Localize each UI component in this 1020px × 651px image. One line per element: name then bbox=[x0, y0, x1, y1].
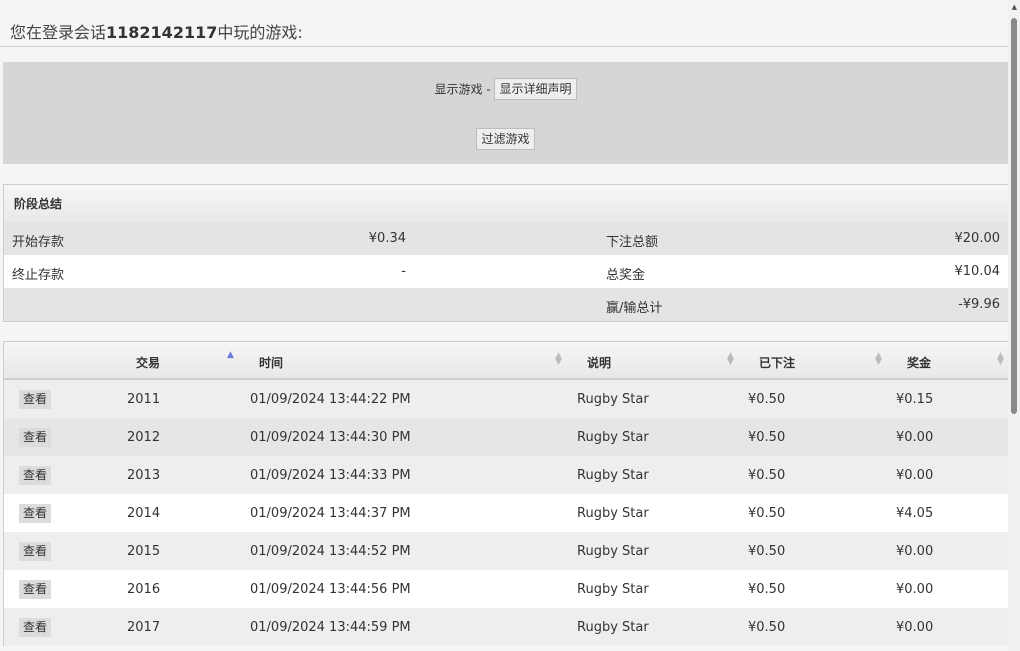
bet-amount: ¥0.50 bbox=[748, 468, 786, 483]
win-amount: ¥0.00 bbox=[896, 620, 934, 635]
view-button[interactable]: 查看 bbox=[19, 428, 52, 447]
transactions-table: 交易 ▲ 时间 ▲ ▼ 说明 ▲ ▼ 已下注 ▲ ▼ 奖金 ▲ ▼ 查看 2011 01/0… bbox=[3, 341, 1009, 646]
transaction-description: Rugby Star bbox=[577, 392, 649, 407]
bet-amount: ¥0.50 bbox=[748, 544, 786, 559]
table-header: 交易 ▲ 时间 ▲ ▼ 说明 ▲ ▼ 已下注 ▲ ▼ 奖金 ▲ ▼ bbox=[4, 342, 1009, 380]
summary-label: 总奖金 bbox=[606, 268, 646, 283]
transaction-id: 2015 bbox=[127, 544, 161, 559]
table-row: 查看 2012 01/09/2024 13:44:30 PM Rugby Star ¥0… bbox=[4, 418, 1009, 456]
transaction-time: 01/09/2024 13:44:59 PM bbox=[250, 620, 411, 635]
show-details-button[interactable]: 显示详细声明 bbox=[494, 78, 577, 100]
bet-amount: ¥0.50 bbox=[748, 620, 786, 635]
summary-label: 赢/输总计 bbox=[606, 301, 663, 316]
transaction-description: Rugby Star bbox=[577, 544, 649, 559]
filter-row: 过滤游戏 bbox=[3, 128, 1008, 150]
scroll-up-icon[interactable]: ▲ bbox=[1012, 3, 1017, 11]
transaction-time: 01/09/2024 13:44:33 PM bbox=[250, 468, 411, 483]
page-title: 您在登录会话1182142117中玩的游戏: bbox=[10, 19, 303, 43]
transaction-description: Rugby Star bbox=[577, 620, 649, 635]
summary-label: 终止存款 bbox=[12, 268, 65, 283]
period-summary: 阶段总结 开始存款 ¥0.34 下注总额 ¥20.00 终止存款 - 总奖金 ¥… bbox=[3, 184, 1009, 322]
transaction-id: 2014 bbox=[127, 506, 161, 521]
column-header-time[interactable]: 时间 bbox=[259, 354, 283, 371]
table-row: 查看 2016 01/09/2024 13:44:56 PM Rugby Star ¥0… bbox=[4, 570, 1009, 608]
vertical-scrollbar[interactable]: ▲ bbox=[1008, 0, 1020, 651]
show-games-row: 显示游戏 - 显示详细声明 bbox=[3, 78, 1008, 100]
view-button[interactable]: 查看 bbox=[19, 390, 52, 409]
table-row: 查看 2014 01/09/2024 13:44:37 PM Rugby Star ¥0… bbox=[4, 494, 1009, 532]
transaction-description: Rugby Star bbox=[577, 468, 649, 483]
win-amount: ¥0.00 bbox=[896, 468, 934, 483]
transaction-id: 2013 bbox=[127, 468, 161, 483]
table-row: 查看 2011 01/09/2024 13:44:22 PM Rugby Star ¥0… bbox=[4, 380, 1009, 418]
summary-label: 开始存款 bbox=[12, 235, 65, 250]
sort-icon[interactable]: ▲ ▼ bbox=[555, 352, 562, 367]
win-amount: ¥0.00 bbox=[896, 430, 934, 445]
bet-amount: ¥0.50 bbox=[748, 506, 786, 521]
table-row: 查看 2017 01/09/2024 13:44:59 PM Rugby Star ¥0… bbox=[4, 608, 1009, 646]
win-amount: ¥0.15 bbox=[896, 392, 934, 407]
filter-panel: 显示游戏 - 显示详细声明 过滤游戏 bbox=[3, 62, 1008, 164]
bet-amount: ¥0.50 bbox=[748, 392, 786, 407]
transaction-id: 2017 bbox=[127, 620, 161, 635]
title-divider bbox=[0, 46, 1008, 47]
transaction-time: 01/09/2024 13:44:52 PM bbox=[250, 544, 411, 559]
win-amount: ¥0.00 bbox=[896, 544, 934, 559]
transaction-time: 01/09/2024 13:44:22 PM bbox=[250, 392, 411, 407]
summary-value: - bbox=[401, 264, 406, 279]
transaction-description: Rugby Star bbox=[577, 430, 649, 445]
sort-icon[interactable]: ▲ ▼ bbox=[875, 352, 882, 367]
summary-row: 赢/输总计 -¥9.96 bbox=[4, 288, 1008, 321]
scrollbar-thumb[interactable] bbox=[1011, 18, 1017, 414]
transaction-description: Rugby Star bbox=[577, 506, 649, 521]
view-button[interactable]: 查看 bbox=[19, 504, 52, 523]
column-header-description[interactable]: 说明 bbox=[587, 354, 611, 371]
summary-value: ¥10.04 bbox=[954, 264, 1001, 279]
summary-row: 开始存款 ¥0.34 下注总额 ¥20.00 bbox=[4, 222, 1008, 255]
view-button[interactable]: 查看 bbox=[19, 542, 52, 561]
session-id: 1182142117 bbox=[106, 23, 218, 42]
title-suffix: 中玩的游戏: bbox=[217, 23, 303, 42]
table-row: 查看 2013 01/09/2024 13:44:33 PM Rugby Star ¥0… bbox=[4, 456, 1009, 494]
summary-value: ¥20.00 bbox=[954, 231, 1001, 246]
summary-row: 终止存款 - 总奖金 ¥10.04 bbox=[4, 255, 1008, 288]
transaction-time: 01/09/2024 13:44:30 PM bbox=[250, 430, 411, 445]
sort-icon[interactable]: ▲ ▼ bbox=[997, 352, 1004, 367]
transaction-id: 2012 bbox=[127, 430, 161, 445]
view-button[interactable]: 查看 bbox=[19, 580, 52, 599]
view-button[interactable]: 查看 bbox=[19, 466, 52, 485]
win-amount: ¥4.05 bbox=[896, 506, 934, 521]
view-button[interactable]: 查看 bbox=[19, 618, 52, 637]
summary-label: 下注总额 bbox=[606, 235, 659, 250]
transaction-time: 01/09/2024 13:44:56 PM bbox=[250, 582, 411, 597]
summary-value: ¥0.34 bbox=[368, 231, 406, 246]
table-row: 查看 2015 01/09/2024 13:44:52 PM Rugby Star ¥0… bbox=[4, 532, 1009, 570]
show-games-label: 显示游戏 - bbox=[434, 82, 491, 97]
table-body: 查看 2011 01/09/2024 13:44:22 PM Rugby Star ¥0… bbox=[4, 380, 1009, 646]
transaction-time: 01/09/2024 13:44:37 PM bbox=[250, 506, 411, 521]
transaction-description: Rugby Star bbox=[577, 582, 649, 597]
summary-title: 阶段总结 bbox=[4, 185, 1008, 222]
title-prefix: 您在登录会话 bbox=[10, 23, 107, 42]
column-header-bet[interactable]: 已下注 bbox=[759, 354, 795, 371]
column-header-transaction[interactable]: 交易 bbox=[136, 354, 160, 371]
transaction-id: 2011 bbox=[127, 392, 161, 407]
bet-amount: ¥0.50 bbox=[748, 430, 786, 445]
win-amount: ¥0.00 bbox=[896, 582, 934, 597]
column-header-win[interactable]: 奖金 bbox=[907, 354, 931, 371]
summary-value: -¥9.96 bbox=[958, 297, 1000, 312]
bet-amount: ¥0.50 bbox=[748, 582, 786, 597]
sort-icon[interactable]: ▲ ▼ bbox=[727, 352, 734, 367]
transaction-id: 2016 bbox=[127, 582, 161, 597]
sort-asc-icon[interactable]: ▲ bbox=[227, 351, 234, 360]
filter-games-button[interactable]: 过滤游戏 bbox=[476, 128, 535, 150]
